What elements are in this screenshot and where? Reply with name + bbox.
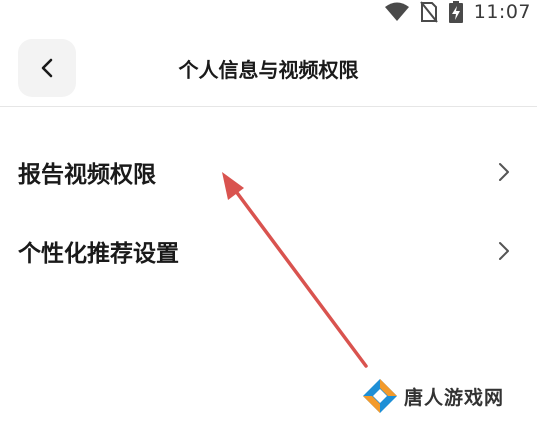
watermark-logo-icon — [362, 378, 398, 414]
wifi-icon — [384, 2, 410, 22]
menu-item-label: 报告视频权限 — [18, 162, 156, 188]
header-divider — [0, 106, 537, 107]
page-title: 个人信息与视频权限 — [178, 58, 359, 82]
status-time: 11:07 — [473, 1, 531, 23]
screen: 11:07 个人信息与视频权限 报告视频权限 个性化推荐设置 唐人游戏网 — [0, 0, 537, 421]
watermark-text: 唐人游戏网 — [404, 386, 505, 409]
no-sim-icon — [419, 1, 438, 23]
menu-item-personalized-recommendation[interactable]: 个性化推荐设置 — [0, 221, 537, 281]
menu-item-report-video-permission[interactable]: 报告视频权限 — [0, 142, 537, 202]
battery-charging-icon — [448, 1, 464, 23]
watermark: 唐人游戏网 — [362, 374, 504, 418]
chevron-right-icon — [497, 240, 511, 262]
status-bar: 11:07 — [384, 0, 537, 24]
chevron-right-icon — [497, 161, 511, 183]
menu-item-label: 个性化推荐设置 — [18, 241, 179, 267]
header: 个人信息与视频权限 — [0, 34, 537, 104]
